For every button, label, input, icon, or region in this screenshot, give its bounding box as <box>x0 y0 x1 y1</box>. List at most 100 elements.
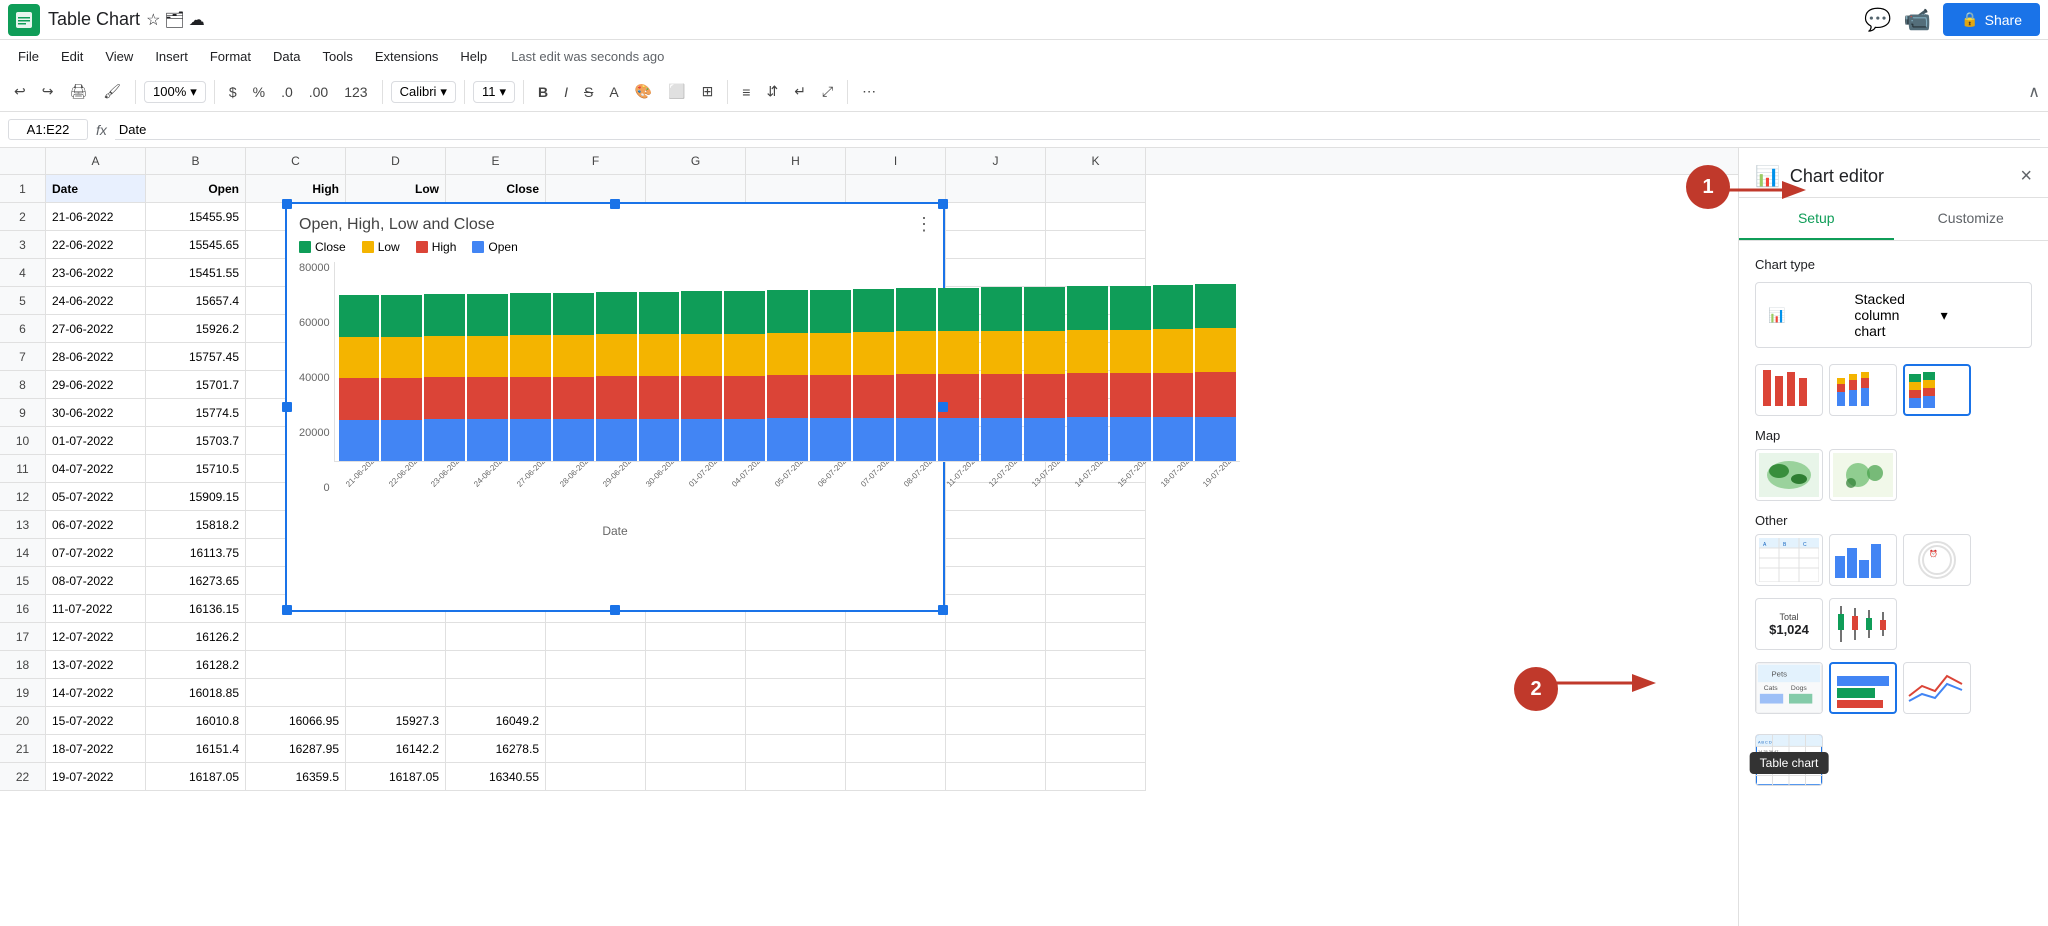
paint-format-button[interactable]: 🖌 <box>97 79 127 104</box>
cell-A10[interactable]: 01-07-2022 <box>46 427 146 455</box>
comment-icon[interactable]: 💬 <box>1864 7 1891 33</box>
cell-B12[interactable]: 15909.15 <box>146 483 246 511</box>
cell-D19[interactable] <box>346 679 446 707</box>
cell-H21[interactable] <box>746 735 846 763</box>
resize-handle-ml[interactable] <box>282 402 292 412</box>
cell-K20[interactable] <box>1046 707 1146 735</box>
cell-A5[interactable]: 24-06-2022 <box>46 287 146 315</box>
menu-format[interactable]: Format <box>200 45 261 68</box>
cell-A8[interactable]: 29-06-2022 <box>46 371 146 399</box>
cell-A20[interactable]: 15-07-2022 <box>46 707 146 735</box>
cell-I21[interactable] <box>846 735 946 763</box>
cell-K21[interactable] <box>1046 735 1146 763</box>
chart-thumb-table-main[interactable]: A B C D 14 25 36 47 25 36 47 58 36 47 58… <box>1755 734 1823 786</box>
chart-thumb-other2[interactable] <box>1829 534 1897 586</box>
cell-E1[interactable]: Close <box>446 175 546 203</box>
cell-B2[interactable]: 15455.95 <box>146 203 246 231</box>
chart-type-dropdown[interactable]: 📊 Stacked column chart ▾ <box>1755 282 2032 348</box>
bold-button[interactable]: B <box>532 80 554 104</box>
decimal-decrease-button[interactable]: .0 <box>275 80 299 104</box>
cell-A9[interactable]: 30-06-2022 <box>46 399 146 427</box>
tab-customize[interactable]: Customize <box>1894 198 2048 240</box>
cell-B1[interactable]: Open <box>146 175 246 203</box>
formula-input[interactable] <box>115 120 2040 140</box>
align-left-button[interactable]: ≡ <box>736 80 756 104</box>
menu-help[interactable]: Help <box>450 45 497 68</box>
collapse-toolbar-button[interactable]: ∧ <box>2028 82 2040 102</box>
cell-I20[interactable] <box>846 707 946 735</box>
cell-B20[interactable]: 16010.8 <box>146 707 246 735</box>
more-formats-button[interactable]: 123 <box>338 80 373 104</box>
chart-thumb-pet[interactable]: Pets Cats Dogs <box>1755 662 1823 714</box>
chart-thumb-line-area[interactable] <box>1903 662 1971 714</box>
cell-B19[interactable]: 16018.85 <box>146 679 246 707</box>
cell-I22[interactable] <box>846 763 946 791</box>
cell-H22[interactable] <box>746 763 846 791</box>
cell-F17[interactable] <box>546 623 646 651</box>
cell-J22[interactable] <box>946 763 1046 791</box>
cell-D20[interactable]: 15927.3 <box>346 707 446 735</box>
cell-B17[interactable]: 16126.2 <box>146 623 246 651</box>
cell-J17[interactable] <box>946 623 1046 651</box>
col-header-B[interactable]: B <box>146 148 246 174</box>
menu-insert[interactable]: Insert <box>145 45 198 68</box>
cell-K15[interactable] <box>1046 567 1146 595</box>
cell-J20[interactable] <box>946 707 1046 735</box>
cell-F19[interactable] <box>546 679 646 707</box>
cell-B6[interactable]: 15926.2 <box>146 315 246 343</box>
cell-I1[interactable] <box>846 175 946 203</box>
cell-E20[interactable]: 16049.2 <box>446 707 546 735</box>
chart-overlay[interactable]: Open, High, Low and Close ⋮ Close Low Hi… <box>285 202 945 612</box>
decimal-increase-button[interactable]: .00 <box>303 80 334 104</box>
cell-G17[interactable] <box>646 623 746 651</box>
cell-G20[interactable] <box>646 707 746 735</box>
cell-K2[interactable] <box>1046 203 1146 231</box>
cell-G19[interactable] <box>646 679 746 707</box>
cell-B21[interactable]: 16151.4 <box>146 735 246 763</box>
cell-B13[interactable]: 15818.2 <box>146 511 246 539</box>
cell-C17[interactable] <box>246 623 346 651</box>
redo-button[interactable]: ↪ <box>36 79 60 104</box>
menu-file[interactable]: File <box>8 45 49 68</box>
chart-thumb-map2[interactable] <box>1829 449 1897 501</box>
cell-K16[interactable] <box>1046 595 1146 623</box>
text-color-button[interactable]: A <box>603 80 624 104</box>
menu-tools[interactable]: Tools <box>312 45 362 68</box>
spreadsheet[interactable]: A B C D E F G H I J K 1 Date Open <box>0 148 1738 926</box>
fill-color-button[interactable]: 🎨 <box>629 79 658 104</box>
tab-setup[interactable]: Setup <box>1739 198 1894 240</box>
menu-edit[interactable]: Edit <box>51 45 93 68</box>
cell-A3[interactable]: 22-06-2022 <box>46 231 146 259</box>
cell-D1[interactable]: Low <box>346 175 446 203</box>
share-button[interactable]: 🔒 Share <box>1943 3 2040 36</box>
cell-A11[interactable]: 04-07-2022 <box>46 455 146 483</box>
cell-B18[interactable]: 16128.2 <box>146 651 246 679</box>
wrap-button[interactable]: ↵ <box>788 79 812 104</box>
cell-H18[interactable] <box>746 651 846 679</box>
col-header-J[interactable]: J <box>946 148 1046 174</box>
cell-E17[interactable] <box>446 623 546 651</box>
cell-E21[interactable]: 16278.5 <box>446 735 546 763</box>
undo-button[interactable]: ↩ <box>8 79 32 104</box>
cell-I19[interactable] <box>846 679 946 707</box>
resize-handle-bl[interactable] <box>282 605 292 615</box>
cell-H20[interactable] <box>746 707 846 735</box>
cell-I18[interactable] <box>846 651 946 679</box>
italic-button[interactable]: I <box>558 80 574 104</box>
resize-handle-tr[interactable] <box>938 199 948 209</box>
cell-J21[interactable] <box>946 735 1046 763</box>
more-button[interactable]: ⋯ <box>856 79 882 104</box>
chart-thumb-map1[interactable] <box>1755 449 1823 501</box>
cell-F20[interactable] <box>546 707 646 735</box>
menu-extensions[interactable]: Extensions <box>365 45 449 68</box>
resize-handle-tl[interactable] <box>282 199 292 209</box>
cell-J15[interactable] <box>946 567 1046 595</box>
cell-B9[interactable]: 15774.5 <box>146 399 246 427</box>
cell-E22[interactable]: 16340.55 <box>446 763 546 791</box>
resize-handle-tm[interactable] <box>610 199 620 209</box>
chart-thumb-table[interactable]: A B C <box>1755 534 1823 586</box>
cell-K18[interactable] <box>1046 651 1146 679</box>
col-header-C[interactable]: C <box>246 148 346 174</box>
cell-J1[interactable] <box>946 175 1046 203</box>
cell-A6[interactable]: 27-06-2022 <box>46 315 146 343</box>
